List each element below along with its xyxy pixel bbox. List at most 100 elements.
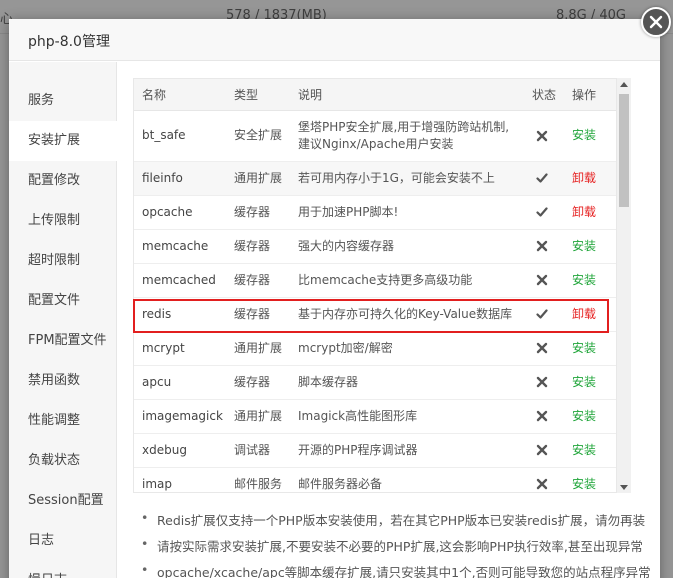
extension-type: 缓存器: [226, 297, 290, 332]
installed-check-icon: [536, 309, 548, 319]
extension-status: [524, 110, 564, 162]
extension-description: 堡塔PHP安全扩展,用于增强防跨站机制, 建议Nginx/Apache用户安装: [290, 110, 524, 162]
scroll-up-arrow[interactable]: [617, 78, 631, 90]
extension-description: 用于加速PHP脚本!: [290, 195, 524, 230]
col-header-desc: 说明: [290, 79, 524, 111]
uninstall-link[interactable]: 卸载: [572, 205, 596, 219]
extension-description: mcrypt加密/解密: [290, 331, 524, 366]
description-line: 若可用内存小于1G，可能会安装不上: [298, 170, 495, 185]
extension-name: bt_safe: [134, 110, 226, 162]
table-row: imap 邮件服务 邮件服务器必备 安装: [134, 467, 616, 492]
sidebar-item-session-config[interactable]: Session配置: [9, 481, 117, 521]
dialog-title: php-8.0管理: [28, 34, 110, 50]
description-line: 脚本缓存器: [298, 374, 359, 389]
sidebar-item-config-edit[interactable]: 配置修改: [9, 161, 117, 201]
extensions-table-container: 名称 类型 说明 状态 操作 bt_safe 安全扩展 堡塔PHP安全扩展,用于增强…: [133, 78, 617, 493]
extension-name: imap: [134, 467, 226, 492]
description-line: mcrypt加密/解密: [298, 340, 393, 355]
extensions-table: 名称 类型 说明 状态 操作 bt_safe 安全扩展 堡塔PHP安全扩展,用于增强…: [134, 79, 616, 492]
extension-type: 通用扩展: [226, 399, 290, 434]
sidebar-item-config-file[interactable]: 配置文件: [9, 281, 117, 321]
extension-name: redis: [134, 297, 226, 332]
extension-type: 安全扩展: [226, 110, 290, 162]
extension-name: memcache: [134, 229, 226, 264]
extension-status: [524, 161, 564, 196]
description-line: 邮件服务器必备: [298, 476, 383, 491]
uninstall-link[interactable]: 卸载: [572, 307, 596, 321]
install-link[interactable]: 安装: [572, 341, 596, 355]
description-line: 堡塔PHP安全扩展,用于增强防跨站机制,: [298, 119, 510, 134]
table-row: imagemagick 通用扩展 Imagick高性能图形库 安装: [134, 399, 616, 434]
sidebar: 服务 安装扩展 配置修改 上传限制 超时限制 配置文件 FPM配置文件 禁用函数…: [9, 62, 118, 578]
extension-type: 邮件服务: [226, 467, 290, 492]
close-button[interactable]: [641, 7, 671, 37]
not-installed-icon: [536, 478, 548, 490]
install-link[interactable]: 安装: [572, 273, 596, 287]
table-row: apcu 缓存器 脚本缓存器 安装: [134, 365, 616, 400]
install-link[interactable]: 安装: [572, 128, 596, 142]
extension-description: 邮件服务器必备: [290, 467, 524, 492]
extension-description: Imagick高性能图形库: [290, 399, 524, 434]
extension-operation-cell: 安装: [564, 433, 616, 468]
extension-type: 通用扩展: [226, 331, 290, 366]
table-row: xdebug 调试器 开源的PHP程序调试器 安装: [134, 433, 616, 468]
table-row: bt_safe 安全扩展 堡塔PHP安全扩展,用于增强防跨站机制, 建议Nginx/A…: [134, 110, 616, 162]
sidebar-item-timeout-limit[interactable]: 超时限制: [9, 241, 117, 281]
installed-check-icon: [536, 207, 548, 217]
extension-operation-cell: 安装: [564, 110, 616, 162]
table-row: mcrypt 通用扩展 mcrypt加密/解密 安装: [134, 331, 616, 366]
caret-up-icon: [620, 81, 628, 87]
extension-operation-cell: 卸载: [564, 161, 616, 196]
extension-name: imagemagick: [134, 399, 226, 434]
install-link[interactable]: 安装: [572, 375, 596, 389]
description-line: 开源的PHP程序调试器: [298, 442, 418, 457]
sidebar-item-disabled-functions[interactable]: 禁用函数: [9, 361, 117, 401]
extension-status: [524, 467, 564, 492]
note-item: opcache/xcache/apc等脚本缓存扩展,请只安装其中1个,否则可能导…: [133, 562, 663, 578]
sidebar-item-performance[interactable]: 性能调整: [9, 401, 117, 441]
table-row: redis 缓存器 基于内存亦可持久化的Key-Value数据库 卸载: [134, 297, 616, 332]
sidebar-item-service[interactable]: 服务: [9, 81, 117, 121]
table-scrollbar[interactable]: [617, 78, 631, 493]
col-header-name: 名称: [134, 79, 226, 111]
col-header-status: 状态: [524, 79, 564, 111]
extension-operation-cell: 安装: [564, 365, 616, 400]
extension-status: [524, 399, 564, 434]
sidebar-item-fpm-config[interactable]: FPM配置文件: [9, 321, 117, 361]
extension-type: 通用扩展: [226, 161, 290, 196]
scroll-thumb[interactable]: [619, 94, 629, 207]
table-row: opcache 缓存器 用于加速PHP脚本! 卸载: [134, 195, 616, 230]
uninstall-link[interactable]: 卸载: [572, 171, 596, 185]
sidebar-item-upload-limit[interactable]: 上传限制: [9, 201, 117, 241]
not-installed-icon: [536, 240, 548, 252]
dialog-header: php-8.0管理: [9, 19, 660, 61]
extension-status: [524, 433, 564, 468]
extension-operation-cell: 安装: [564, 467, 616, 492]
install-link[interactable]: 安装: [572, 477, 596, 491]
extension-status: [524, 331, 564, 366]
sidebar-item-install-extensions[interactable]: 安装扩展: [9, 121, 118, 161]
scroll-down-arrow[interactable]: [617, 481, 631, 493]
not-installed-icon: [536, 444, 548, 456]
table-row: fileinfo 通用扩展 若可用内存小于1G，可能会安装不上 卸载: [134, 161, 616, 196]
extension-status: [524, 229, 564, 264]
install-link[interactable]: 安装: [572, 239, 596, 253]
not-installed-icon: [536, 410, 548, 422]
extension-type: 缓存器: [226, 365, 290, 400]
sidebar-item-slow-log[interactable]: 慢日志: [9, 561, 117, 578]
sidebar-item-log[interactable]: 日志: [9, 521, 117, 561]
install-link[interactable]: 安装: [572, 443, 596, 457]
not-installed-icon: [536, 342, 548, 354]
extension-name: mcrypt: [134, 331, 226, 366]
sidebar-item-load-status[interactable]: 负载状态: [9, 441, 117, 481]
notes-list: Redis扩展仅支持一个PHP版本安装使用，若在其它PHP版本已安装redis扩…: [133, 510, 663, 578]
extension-operation-cell: 卸载: [564, 297, 616, 332]
not-installed-icon: [536, 274, 548, 286]
install-link[interactable]: 安装: [572, 409, 596, 423]
extension-description: 比memcache支持更多高级功能: [290, 263, 524, 298]
extension-name: apcu: [134, 365, 226, 400]
extension-name: opcache: [134, 195, 226, 230]
extension-type: 缓存器: [226, 195, 290, 230]
installed-check-icon: [536, 173, 548, 183]
extension-description: 脚本缓存器: [290, 365, 524, 400]
